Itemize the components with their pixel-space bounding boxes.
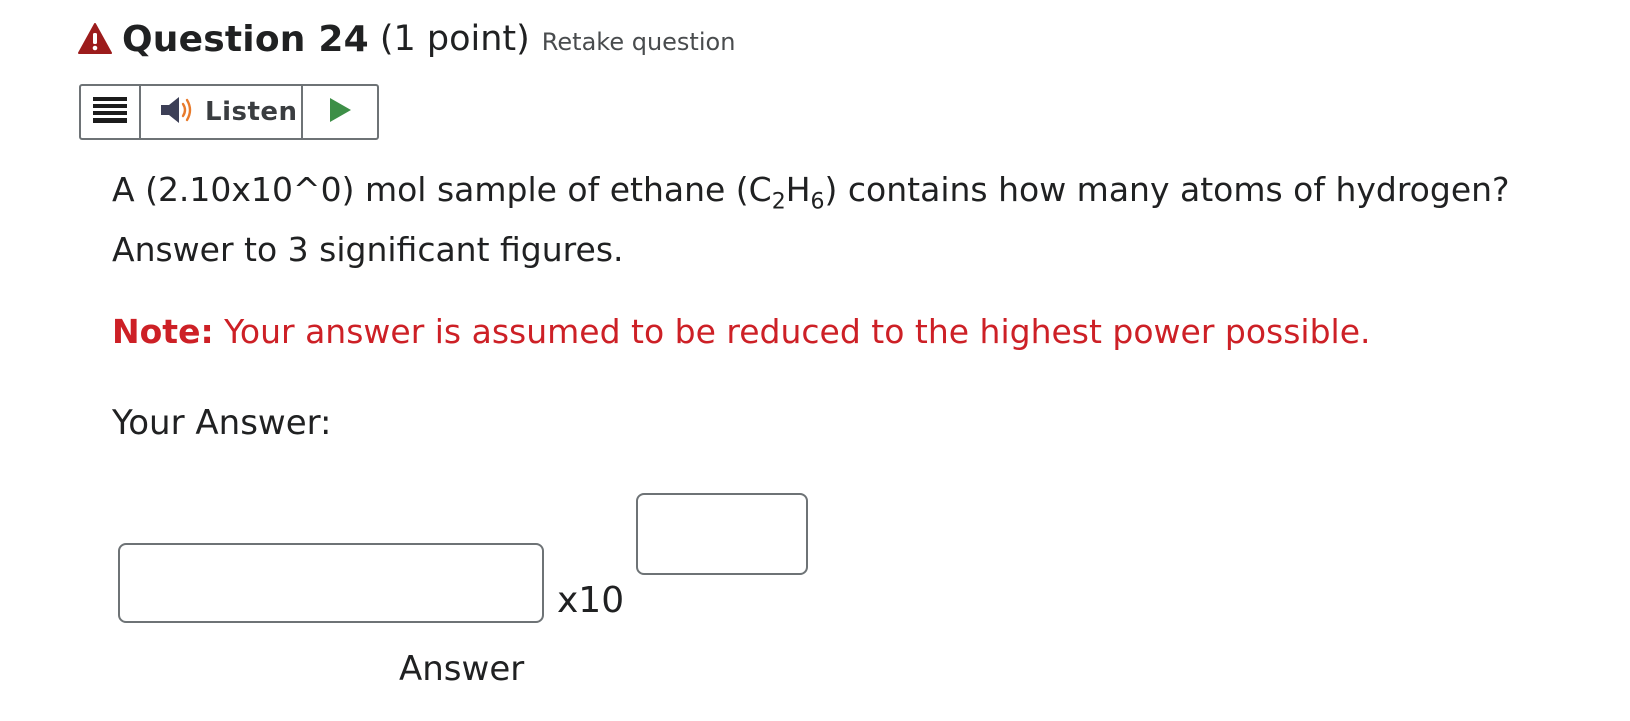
listen-button[interactable]: Listen xyxy=(141,86,303,138)
question-text-part2: H xyxy=(785,170,811,209)
note: Note: Your answer is assumed to be reduc… xyxy=(112,312,1371,351)
question-header: Question 24 (1 point) Retake question xyxy=(78,14,735,64)
times-ten-label: x10 xyxy=(557,580,625,621)
menu-icon xyxy=(93,96,127,128)
listen-label: Listen xyxy=(205,97,298,127)
menu-button[interactable] xyxy=(81,86,141,138)
play-icon xyxy=(328,97,352,127)
question-points: (1 point) xyxy=(379,19,530,59)
exponent-input[interactable] xyxy=(636,493,808,575)
question-text-part1: A (2.10x10^0) mol sample of ethane (C xyxy=(112,170,772,209)
note-text: Your answer is assumed to be reduced to … xyxy=(213,312,1371,351)
retake-question-link[interactable]: Retake question xyxy=(542,28,736,56)
answer-input[interactable] xyxy=(118,543,544,623)
subscript-2: 2 xyxy=(771,189,786,215)
your-answer-heading: Your Answer: xyxy=(112,403,332,443)
subscript-6: 6 xyxy=(810,189,825,215)
speaker-icon xyxy=(159,95,195,129)
question-title: Question 24 xyxy=(122,18,369,60)
note-label: Note: xyxy=(112,312,214,351)
listen-toolbar: Listen xyxy=(79,84,379,140)
play-button[interactable] xyxy=(303,86,377,138)
answer-caption: Answer xyxy=(399,649,525,689)
question-text: A (2.10x10^0) mol sample of ethane (C2H6… xyxy=(112,160,1612,280)
warning-icon xyxy=(78,22,112,56)
